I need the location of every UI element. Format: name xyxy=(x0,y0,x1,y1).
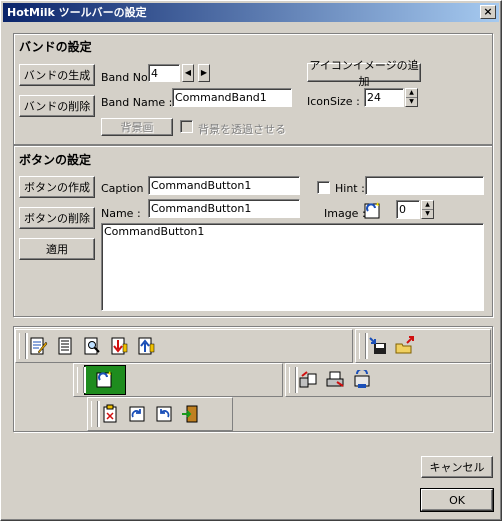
transfer-icon[interactable] xyxy=(350,368,374,392)
dialog-window: HotMilk ツールバーの設定 × バンドの設定 バンドの生成 バンドの削除 … xyxy=(0,0,502,521)
spin-down-icon[interactable]: ▼ xyxy=(406,98,417,107)
spin-down-icon[interactable]: ▼ xyxy=(422,210,433,219)
hint-label: Hint : xyxy=(335,182,365,195)
name-label: Name : xyxy=(101,207,141,220)
cancel-button[interactable]: キャンセル xyxy=(421,456,493,478)
undo-icon[interactable] xyxy=(152,402,176,426)
toolbar-band-3[interactable] xyxy=(285,363,491,397)
create-button-button[interactable]: ボタンの作成 xyxy=(19,176,95,198)
toolbar-band-1[interactable] xyxy=(15,329,353,363)
transparent-background-label: 背景を透過させる xyxy=(198,123,286,136)
move-file-icon[interactable] xyxy=(296,368,320,392)
delete-button-button[interactable]: ボタンの削除 xyxy=(19,207,95,229)
transparent-background-checkbox[interactable] xyxy=(180,120,193,133)
band-prev-button[interactable]: ◀ xyxy=(182,64,194,82)
band-name-label: Band Name : xyxy=(101,96,173,109)
hint-checkbox[interactable] xyxy=(317,181,330,194)
refresh-document-icon[interactable] xyxy=(84,365,126,395)
toolbar-band-4[interactable] xyxy=(355,329,491,363)
export-up-icon[interactable] xyxy=(134,334,158,358)
toolbar-band-2[interactable] xyxy=(73,363,283,397)
icon-size-label: IconSize : xyxy=(307,95,360,108)
image-preview-icon xyxy=(363,201,383,221)
background-image-button[interactable]: 背景画 xyxy=(101,118,173,136)
exit-door-icon[interactable] xyxy=(179,402,203,426)
import-down-icon[interactable] xyxy=(107,334,131,358)
clipboard-icon[interactable] xyxy=(98,402,122,426)
band-settings-title: バンドの設定 xyxy=(19,40,92,54)
band-no-label: Band No. xyxy=(101,71,151,84)
button-text-area[interactable]: CommandButton1 xyxy=(101,223,484,311)
band-no-input[interactable] xyxy=(148,64,180,82)
icon-size-spinner[interactable]: ▲ ▼ xyxy=(405,88,418,107)
band-next-button[interactable]: ▶ xyxy=(198,64,210,82)
search-document-icon[interactable] xyxy=(80,334,104,358)
hint-input[interactable] xyxy=(365,176,484,195)
window-title: HotMilk ツールバーの設定 xyxy=(7,6,147,19)
name-input[interactable] xyxy=(148,199,300,218)
close-button[interactable]: × xyxy=(480,5,496,19)
print-icon[interactable] xyxy=(323,368,347,392)
spin-up-icon[interactable]: ▲ xyxy=(406,89,417,98)
image-label: Image : xyxy=(324,207,366,220)
ok-button[interactable]: OK xyxy=(420,488,494,512)
download-save-icon[interactable] xyxy=(366,334,390,358)
create-band-button[interactable]: バンドの生成 xyxy=(19,64,95,86)
title-bar: HotMilk ツールバーの設定 × xyxy=(3,3,499,22)
left-arrow-icon: ◀ xyxy=(184,68,192,77)
delete-band-button[interactable]: バンドの削除 xyxy=(19,95,95,117)
apply-button[interactable]: 適用 xyxy=(19,238,95,260)
right-arrow-icon: ▶ xyxy=(200,68,208,77)
image-index-input[interactable] xyxy=(396,200,420,219)
caption-input[interactable] xyxy=(148,176,300,195)
image-index-spinner[interactable]: ▲ ▼ xyxy=(421,200,434,219)
caption-label: Caption : xyxy=(101,182,151,195)
redo-icon[interactable] xyxy=(125,402,149,426)
button-settings-title: ボタンの設定 xyxy=(19,153,92,167)
toolbar-band-5[interactable] xyxy=(87,397,233,431)
spin-up-icon[interactable]: ▲ xyxy=(422,201,433,210)
add-icon-image-button[interactable]: アイコンイメージの追加 xyxy=(307,59,421,88)
icon-size-input[interactable] xyxy=(364,88,404,107)
document-list-icon[interactable] xyxy=(53,334,77,358)
edit-document-icon[interactable] xyxy=(26,334,50,358)
band-name-input[interactable] xyxy=(172,88,292,107)
open-folder-icon[interactable] xyxy=(393,334,417,358)
